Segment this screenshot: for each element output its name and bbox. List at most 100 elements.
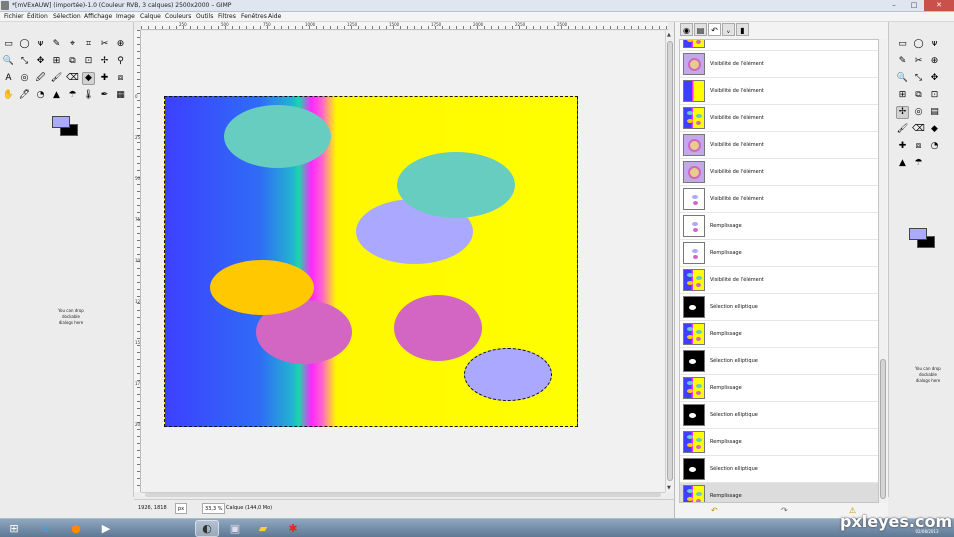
horizontal-ruler[interactable]: 250 500 750 1000 1250 1500 1750 2000 225… (141, 22, 668, 30)
gimp-icon[interactable]: ◐ (195, 520, 219, 537)
history-row[interactable]: Sélection elliptique (680, 456, 878, 483)
menu-edition[interactable]: Édition (27, 12, 48, 22)
tool-button[interactable]: ◆ (82, 72, 95, 85)
redo-icon[interactable]: ↷ (781, 504, 788, 518)
tool-button[interactable]: ✋ (2, 89, 15, 102)
tool-button[interactable]: ⊕ (928, 55, 941, 68)
tool-button[interactable]: ⊕ (114, 38, 127, 51)
menu-affichage[interactable]: Affichage (84, 12, 112, 22)
tool-button[interactable]: ✢ (98, 55, 111, 68)
paint-icon[interactable]: ✱ (281, 520, 305, 537)
zoom-select[interactable]: 33,3 % (202, 503, 226, 514)
history-row[interactable]: Visibilité de l'élément (680, 132, 878, 159)
menu-fichier[interactable]: Fichier (4, 12, 24, 22)
tool-button[interactable]: ✎ (896, 55, 909, 68)
history-row[interactable]: Remplissage (680, 483, 878, 502)
ie-icon[interactable]: e (34, 520, 58, 537)
tool-button[interactable]: ▭ (896, 38, 909, 51)
tool-button[interactable]: ☂ (912, 157, 925, 170)
undo-history-list[interactable]: Visibilité de l'élément Visibilité de l'é… (679, 39, 879, 503)
history-row[interactable]: Sélection elliptique (680, 402, 878, 429)
horizontal-scrollbar[interactable] (141, 492, 665, 497)
fg-bg-color-swatch[interactable] (52, 116, 80, 138)
tool-button[interactable]: ◯ (912, 38, 925, 51)
photo-icon[interactable]: ▣ (223, 520, 247, 537)
history-row[interactable]: Visibilité de l'élément (680, 78, 878, 105)
history-row[interactable]: Visibilité de l'élément (680, 186, 878, 213)
channels-tab[interactable]: ▤ (694, 23, 707, 36)
menu-filtres[interactable]: Filtres (218, 12, 236, 22)
tool-button[interactable]: ◯ (18, 38, 31, 51)
tool-button[interactable]: ▦ (114, 89, 127, 102)
history-row[interactable]: Remplissage (680, 321, 878, 348)
tool-button[interactable]: ✥ (34, 55, 47, 68)
menu-image[interactable]: Image (116, 12, 135, 22)
tool-button[interactable]: ☂ (66, 89, 79, 102)
maximize-button[interactable]: □ (904, 0, 924, 11)
firefox-icon[interactable]: ● (64, 520, 88, 537)
tool-button[interactable]: ᴪ (34, 38, 47, 51)
history-scrollbar[interactable] (879, 39, 887, 503)
scrollbar-thumb[interactable] (145, 493, 661, 497)
tool-button[interactable]: ✥ (928, 72, 941, 85)
undo-tab[interactable]: ↶ (708, 23, 721, 36)
tool-button[interactable]: 🌡 (82, 89, 95, 102)
history-row[interactable]: Sélection elliptique (680, 294, 878, 321)
tool-button[interactable]: ◎ (18, 72, 31, 85)
tool-button[interactable]: ✎ (50, 38, 63, 51)
history-row[interactable]: Sélection elliptique (680, 348, 878, 375)
fg-bg-color-swatch[interactable] (909, 228, 937, 250)
history-row[interactable]: Visibilité de l'élément (680, 51, 878, 78)
brush-tab[interactable]: ▮ (736, 23, 749, 36)
scrollbar-thumb[interactable] (880, 359, 886, 499)
history-row[interactable]: Remplissage (680, 240, 878, 267)
scrollbar-thumb[interactable] (667, 41, 673, 481)
tool-button[interactable]: ⌫ (912, 123, 925, 136)
media-player-icon[interactable]: ▶ (94, 520, 118, 537)
tool-button[interactable]: 🖊 (18, 89, 31, 102)
tool-button[interactable]: ⚲ (114, 55, 127, 68)
tool-button[interactable]: 🖌 (896, 123, 909, 136)
tool-button[interactable]: ⧉ (912, 89, 925, 102)
vertical-ruler[interactable]: 0 250 500 750 1000 1250 1500 1750 2000 (134, 30, 141, 492)
undo-icon[interactable]: ↶ (711, 504, 718, 518)
tool-button[interactable]: ⊡ (928, 89, 941, 102)
foreground-color[interactable] (52, 116, 70, 128)
history-row[interactable]: Visibilité de l'élément (680, 267, 878, 294)
tool-button[interactable]: ✂ (98, 38, 111, 51)
foreground-color[interactable] (909, 228, 927, 240)
close-button[interactable]: ✕ (924, 0, 954, 11)
minimize-button[interactable]: – (884, 0, 904, 11)
tool-button[interactable]: ◆ (928, 123, 941, 136)
history-row[interactable]: Remplissage (680, 213, 878, 240)
paths-tab[interactable]: ᵥ (722, 23, 735, 36)
tool-button[interactable]: ⧈ (912, 140, 925, 153)
image-canvas[interactable] (164, 96, 578, 427)
tool-button[interactable]: ᴪ (928, 38, 941, 51)
tool-button[interactable]: ◔ (928, 140, 941, 153)
start-button[interactable]: ⊞ (2, 520, 26, 537)
tool-button[interactable]: ⌗ (82, 38, 95, 51)
unit-select[interactable]: px (175, 503, 188, 514)
menu-calque[interactable]: Calque (140, 12, 161, 22)
tool-button[interactable]: ◎ (912, 106, 925, 119)
menu-aide[interactable]: Aide (268, 12, 281, 22)
tool-button[interactable]: ✚ (896, 140, 909, 153)
tool-button[interactable]: A (2, 72, 15, 85)
tool-button[interactable]: ✂ (912, 55, 925, 68)
tool-button[interactable]: ⊡ (82, 55, 95, 68)
tool-button[interactable]: ⤡ (912, 72, 925, 85)
history-row[interactable]: Remplissage (680, 375, 878, 402)
tool-button[interactable]: ⧈ (114, 72, 127, 85)
tool-button[interactable]: ▲ (896, 157, 909, 170)
history-row[interactable]: Visibilité de l'élément (680, 159, 878, 186)
tool-button[interactable]: ⧉ (66, 55, 79, 68)
tool-button[interactable]: ▤ (928, 106, 941, 119)
history-row[interactable]: Visibilité de l'élément (680, 105, 878, 132)
scroll-up-icon[interactable]: ▲ (667, 32, 671, 38)
tool-button[interactable]: 🔍 (896, 72, 909, 85)
scroll-down-icon[interactable]: ▼ (667, 485, 671, 491)
vertical-scrollbar[interactable]: ▲ ▼ (665, 31, 674, 492)
menu-outils[interactable]: Outils (196, 12, 213, 22)
tool-button[interactable]: ⤡ (18, 55, 31, 68)
